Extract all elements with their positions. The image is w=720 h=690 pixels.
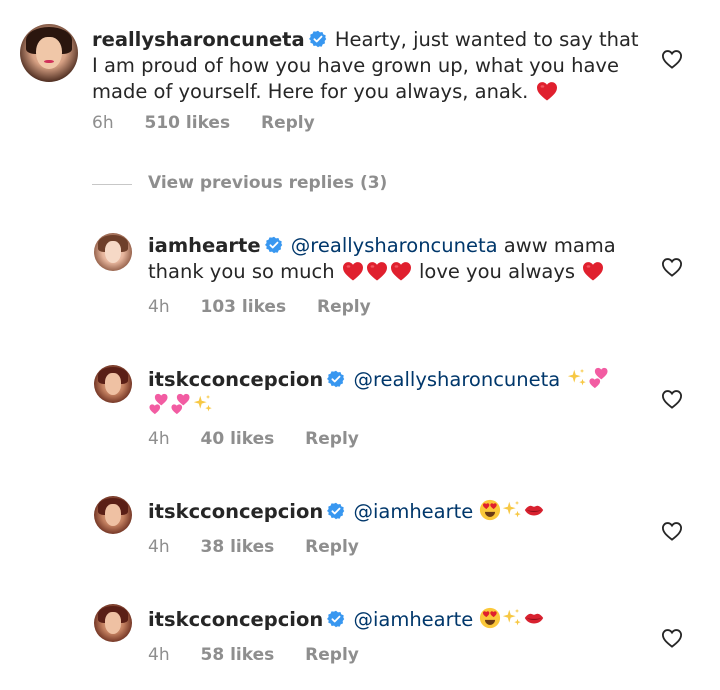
verified-badge-icon xyxy=(327,502,345,520)
comment-body-line1: Hearty, just wanted to say that xyxy=(334,28,639,51)
comment-text: reallysharoncuneta Hearty, just wanted t… xyxy=(92,27,652,105)
timestamp: 4h xyxy=(148,645,170,665)
verified-badge-icon xyxy=(327,370,345,388)
username[interactable]: iamhearte xyxy=(148,234,261,257)
reply-button[interactable]: Reply xyxy=(317,297,371,317)
timestamp: 4h xyxy=(148,429,170,449)
verified-badge-icon xyxy=(265,236,283,254)
red-heart-emoji-icon xyxy=(390,261,412,281)
comment-body-line1: aww mama xyxy=(497,234,616,257)
divider xyxy=(92,184,132,185)
likes-count[interactable]: 103 likes xyxy=(201,297,287,317)
avatar[interactable] xyxy=(20,24,78,82)
heart-outline-icon[interactable] xyxy=(661,521,683,541)
comment-text: iamhearte @reallysharoncuneta aww mama t… xyxy=(148,233,648,285)
username[interactable]: itskcconcepcion xyxy=(148,608,323,631)
kiss-mark-emoji-icon xyxy=(523,607,545,629)
heart-outline-icon[interactable] xyxy=(661,628,683,648)
comment-meta: 4h 38 likes Reply xyxy=(148,537,359,557)
comment-text: itskcconcepcion @iamhearte xyxy=(148,607,648,633)
reply-button[interactable]: Reply xyxy=(305,429,359,449)
comment-body-line2: I am proud of how you have grown up, wha… xyxy=(92,54,619,77)
reply-button[interactable]: Reply xyxy=(305,645,359,665)
avatar[interactable] xyxy=(94,365,132,403)
sparkles-emoji-icon xyxy=(566,367,588,389)
heart-outline-icon[interactable] xyxy=(661,389,683,409)
two-hearts-emoji-icon xyxy=(148,393,170,415)
likes-count[interactable]: 40 likes xyxy=(201,429,275,449)
username[interactable]: itskcconcepcion xyxy=(148,368,323,391)
heart-outline-icon[interactable] xyxy=(661,257,683,277)
sparkles-emoji-icon xyxy=(501,499,523,521)
comment-meta: 4h 58 likes Reply xyxy=(148,645,359,665)
red-heart-emoji-icon xyxy=(536,81,558,101)
comment-body-line2-start: thank you so much xyxy=(148,260,335,283)
red-heart-emoji-icon xyxy=(582,261,604,281)
avatar[interactable] xyxy=(94,233,132,271)
mention-link[interactable]: @reallysharoncuneta xyxy=(291,234,498,257)
red-heart-emoji-icon xyxy=(342,261,364,281)
sparkles-emoji-icon xyxy=(192,393,214,415)
heart-outline-icon[interactable] xyxy=(661,49,683,69)
two-hearts-emoji-icon xyxy=(170,393,192,415)
comment-meta: 6h 510 likes Reply xyxy=(92,113,315,133)
comment-body-line2-end: love you always xyxy=(418,260,576,283)
timestamp: 4h xyxy=(148,297,170,317)
comment-text: itskcconcepcion @iamhearte xyxy=(148,499,648,525)
likes-count[interactable]: 38 likes xyxy=(201,537,275,557)
reply-button[interactable]: Reply xyxy=(305,537,359,557)
heart-eyes-emoji-icon xyxy=(479,499,501,521)
mention-link[interactable]: @reallysharoncuneta xyxy=(353,368,560,391)
mention-link[interactable]: @iamhearte xyxy=(353,500,473,523)
sparkles-emoji-icon xyxy=(501,607,523,629)
username[interactable]: reallysharoncuneta xyxy=(92,28,305,51)
heart-eyes-emoji-icon xyxy=(479,607,501,629)
comment-meta: 4h 40 likes Reply xyxy=(148,429,359,449)
kiss-mark-emoji-icon xyxy=(523,499,545,521)
view-previous-replies-button[interactable]: View previous replies (3) xyxy=(148,173,387,193)
mention-link[interactable]: @iamhearte xyxy=(353,608,473,631)
timestamp: 6h xyxy=(92,113,114,133)
comment-meta: 4h 103 likes Reply xyxy=(148,297,371,317)
timestamp: 4h xyxy=(148,537,170,557)
red-heart-emoji-icon xyxy=(366,261,388,281)
two-hearts-emoji-icon xyxy=(588,367,610,389)
likes-count[interactable]: 510 likes xyxy=(145,113,231,133)
comment-text: itskcconcepcion @reallysharoncuneta xyxy=(148,367,648,419)
avatar[interactable] xyxy=(94,496,132,534)
verified-badge-icon xyxy=(309,30,327,48)
username[interactable]: itskcconcepcion xyxy=(148,500,323,523)
reply-button[interactable]: Reply xyxy=(261,113,315,133)
comment-body-line3: made of yourself. Here for you always, a… xyxy=(92,80,529,103)
verified-badge-icon xyxy=(327,610,345,628)
likes-count[interactable]: 58 likes xyxy=(201,645,275,665)
avatar[interactable] xyxy=(94,604,132,642)
